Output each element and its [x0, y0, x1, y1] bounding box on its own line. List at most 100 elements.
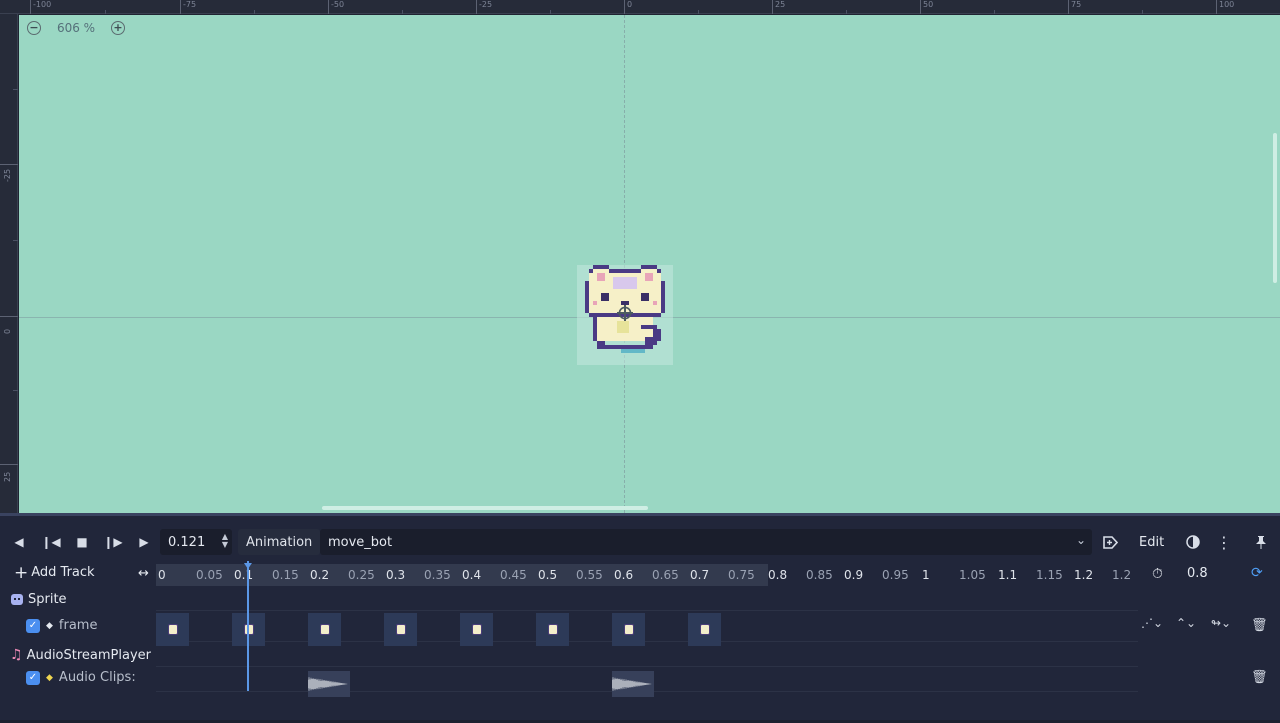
horizontal-scrollbar[interactable]: [322, 506, 648, 510]
time-tick: 0.6: [614, 568, 634, 582]
y-axis-line: [624, 15, 625, 513]
time-tick: 0: [158, 568, 166, 582]
frame-track-row[interactable]: ✓ ◆ frame ⋰⌄ ⌃⌄ ↬⌄ 🗑: [0, 610, 1280, 646]
frame-thumbnail-icon: [319, 624, 330, 635]
animation-select[interactable]: move_bot ⌄: [320, 529, 1092, 555]
step-backward-icon[interactable]: ❙◀: [38, 530, 64, 554]
audio-track-row[interactable]: ✓ ◆ Audio Clips: 🗑: [0, 666, 1280, 698]
time-tick: 0.3: [386, 568, 406, 582]
audio-track-lane[interactable]: [156, 666, 1138, 697]
track-enabled-checkbox[interactable]: ✓: [26, 670, 40, 685]
track-list: Sprite ✓ ◆ frame ⋰⌄ ⌃⌄ ↬⌄ 🗑 ♫ AudioStrea…: [0, 588, 1280, 723]
ruler-label: 0: [627, 0, 633, 9]
chevron-down-icon: ⌄: [1075, 533, 1086, 547]
animation-length-field[interactable]: 0.8: [1176, 563, 1238, 585]
time-tick: 1.2: [1112, 568, 1132, 582]
time-tick: 0.15: [272, 568, 299, 582]
zoom-controls: − 606 % +: [27, 21, 125, 35]
zoom-out-icon[interactable]: −: [27, 21, 41, 35]
sprite-group-label: Sprite: [28, 591, 67, 607]
animation-panel: ◀ ❙◀ ■ ❙▶ ▶ 0.121 ▲ ▼ Animation move_bot …: [0, 513, 1280, 720]
audio-clip[interactable]: [308, 671, 350, 697]
time-tick: 1.2: [1074, 568, 1094, 582]
autoplay-tag-icon[interactable]: [1097, 530, 1123, 554]
step-forward-icon[interactable]: ❙▶: [100, 530, 126, 554]
sprite-frame-keyframe[interactable]: [308, 613, 341, 646]
animation-menu-button[interactable]: Animation: [238, 529, 321, 555]
ruler-label: 25: [3, 471, 12, 482]
time-tick: 1.15: [1036, 568, 1063, 582]
vertical-scrollbar[interactable]: [1273, 133, 1277, 283]
time-tick: 1.1: [998, 568, 1018, 582]
delete-track-icon[interactable]: 🗑: [1251, 618, 1268, 633]
ruler-label: -50: [331, 0, 345, 9]
delete-track-icon[interactable]: 🗑: [1251, 670, 1268, 685]
play-icon[interactable]: ▶: [131, 530, 157, 554]
audio-group-header[interactable]: ♫ AudioStreamPlayer: [0, 644, 1280, 666]
play-backward-icon[interactable]: ◀: [6, 530, 32, 554]
update-mode-dropdown[interactable]: ⌃⌄: [1176, 616, 1196, 630]
time-tick: 0.55: [576, 568, 603, 582]
sprite-group-header[interactable]: Sprite: [0, 588, 1280, 610]
audio-clip[interactable]: [612, 671, 654, 697]
frame-track-label: frame: [58, 618, 98, 633]
pin-icon[interactable]: [1248, 530, 1274, 554]
track-enabled-checkbox[interactable]: ✓: [26, 618, 40, 633]
animation-toolbar: ◀ ❙◀ ■ ❙▶ ▶ 0.121 ▲ ▼ Animation move_bot …: [0, 527, 1280, 557]
ruler-label: 0: [3, 328, 12, 334]
zoom-level[interactable]: 606 %: [51, 21, 101, 35]
edit-button[interactable]: Edit: [1133, 529, 1170, 555]
plus-icon: +: [14, 562, 29, 583]
add-track-button[interactable]: + Add Track: [14, 562, 95, 583]
time-tick: 0.35: [424, 568, 451, 582]
playhead[interactable]: [246, 561, 249, 691]
audio-track-name: ✓ ◆ Audio Clips:: [26, 670, 136, 685]
loop-icon[interactable]: ⟳: [1251, 565, 1263, 581]
onion-skin-icon[interactable]: [1180, 530, 1206, 554]
interpolation-dropdown[interactable]: ⋰⌄: [1141, 616, 1163, 630]
ruler-label: -25: [479, 0, 493, 9]
time-tick: 0.85: [806, 568, 833, 582]
frame-thumbnail-icon: [471, 624, 482, 635]
time-tick: 0.45: [500, 568, 527, 582]
keyframe-diamond-icon: ◆: [46, 672, 53, 683]
frame-track-lane[interactable]: [156, 610, 1138, 646]
fit-timeline-icon[interactable]: ↔: [138, 566, 149, 581]
frame-track-name: ✓ ◆ frame: [26, 618, 97, 633]
time-ruler[interactable]: 0 0.05 0.1 0.15 0.2 0.25 0.3 0.35 0.4 0.…: [156, 561, 1138, 588]
current-time-field[interactable]: 0.121 ▲ ▼: [160, 529, 232, 555]
2d-viewport[interactable]: -100 -75 -50 -25 0 25 50 75 100 -25 0 25…: [0, 0, 1280, 513]
frame-thumbnail-icon: [547, 624, 558, 635]
ruler-label: -25: [3, 168, 12, 182]
cat-sprite[interactable]: [577, 265, 673, 365]
audio-track-label: Audio Clips:: [58, 670, 136, 685]
time-tick: 1.05: [959, 568, 986, 582]
frame-thumbnail-icon: [167, 624, 178, 635]
frame-thumbnail-icon: [699, 624, 710, 635]
zoom-in-icon[interactable]: +: [111, 21, 125, 35]
timeline-header: + Add Track ↔ 0 0.05 0.1 0.15 0.2 0.25 0…: [0, 561, 1280, 588]
more-options-icon[interactable]: ⋮: [1211, 530, 1237, 554]
sprite-frame-keyframe[interactable]: [612, 613, 645, 646]
sprite-frame-keyframe[interactable]: [460, 613, 493, 646]
ruler-label: 50: [923, 0, 934, 9]
sprite-frame-keyframe[interactable]: [536, 613, 569, 646]
animation-name: move_bot: [328, 534, 393, 550]
time-tick: 0.65: [652, 568, 679, 582]
ruler-label: -75: [183, 0, 197, 9]
time-tick: 0.9: [844, 568, 864, 582]
time-tick: 0.95: [882, 568, 909, 582]
time-tick: 0.1: [234, 568, 254, 582]
loop-wrap-dropdown[interactable]: ↬⌄: [1211, 616, 1231, 630]
sprite-frame-keyframe[interactable]: [688, 613, 721, 646]
sprite-frame-keyframe[interactable]: [384, 613, 417, 646]
sprite-frame-keyframe[interactable]: [156, 613, 189, 646]
time-tick: 1: [922, 568, 930, 582]
time-tick: 0.4: [462, 568, 482, 582]
sprite-node-icon: [11, 594, 23, 605]
spin-arrows-icon[interactable]: ▲ ▼: [222, 533, 228, 549]
stop-icon[interactable]: ■: [69, 530, 95, 554]
audio-group-label: AudioStreamPlayer: [26, 647, 152, 663]
time-tick: 0.5: [538, 568, 558, 582]
scene-canvas[interactable]: − 606 % +: [19, 15, 1280, 513]
